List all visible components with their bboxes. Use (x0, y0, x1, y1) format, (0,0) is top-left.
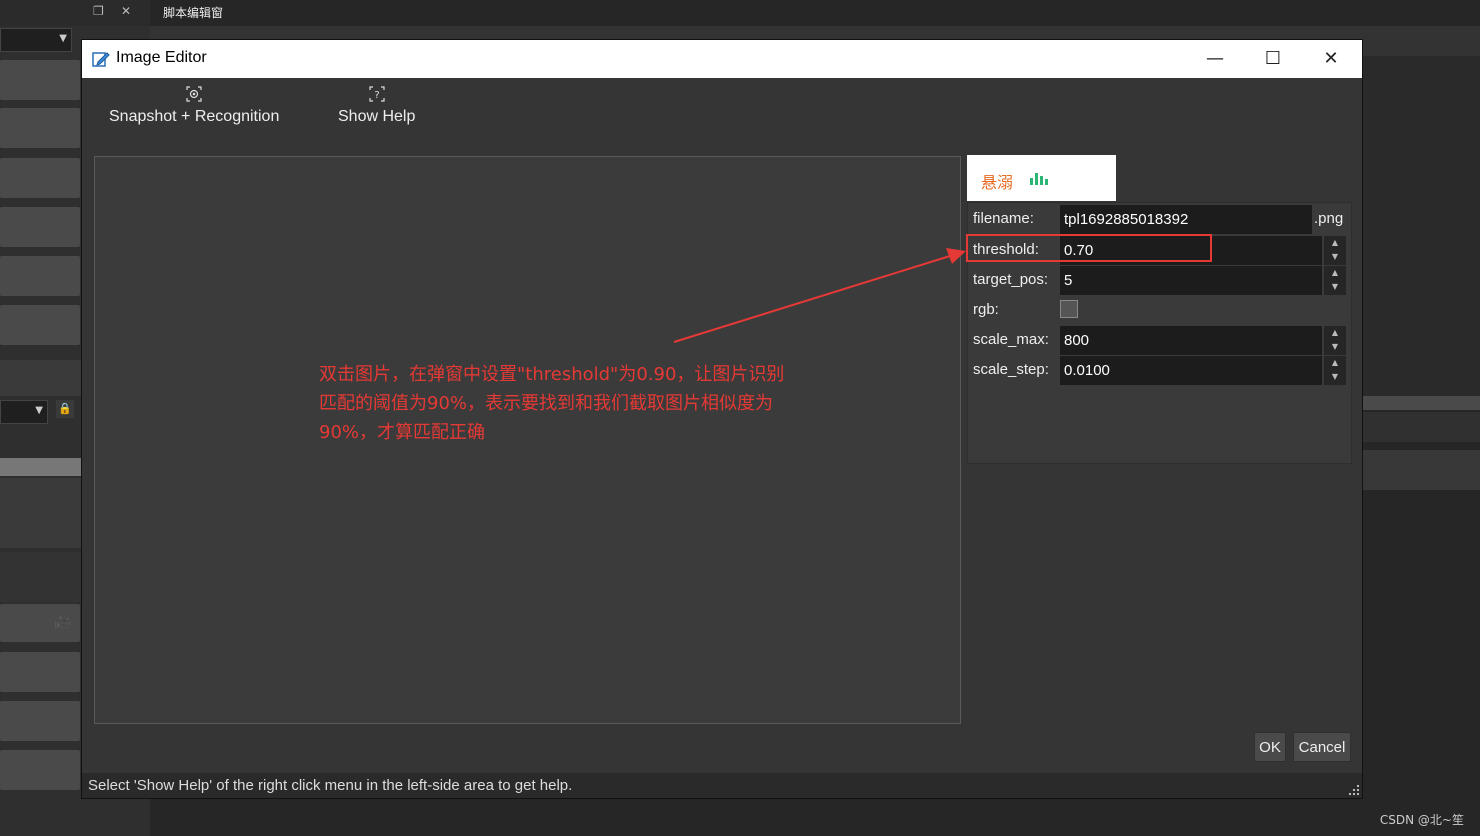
rgb-row: rgb: (968, 295, 1351, 325)
filename-suffix: .png (1314, 210, 1344, 227)
scale-step-label: scale_step: (973, 361, 1049, 378)
scroll-band (0, 458, 82, 476)
dialog-titlebar[interactable]: Image Editor — ☐ ✕ (82, 40, 1362, 78)
scale-max-input[interactable]: 800 (1060, 326, 1322, 355)
panel-row[interactable] (0, 256, 80, 296)
panel-row[interactable] (0, 108, 80, 148)
panel-row[interactable] (0, 701, 80, 741)
section-header (0, 360, 82, 396)
annotation-line: 双击图片，在弹窗中设置"threshold"为0.90，让图片识别 (319, 364, 785, 385)
show-help-button[interactable]: ? Show Help (338, 86, 415, 126)
help-icon: ? (369, 86, 385, 102)
panel-row[interactable] (0, 207, 80, 247)
camera-icon[interactable]: 🎥 (54, 614, 71, 630)
spin-up-icon[interactable]: ▲ (1324, 326, 1346, 340)
spin-up-icon[interactable]: ▲ (1324, 236, 1346, 250)
snapshot-recognition-button[interactable]: Snapshot + Recognition (109, 86, 279, 126)
chevron-down-icon: ▼ (35, 405, 43, 416)
spin-up-icon[interactable]: ▲ (1324, 356, 1346, 370)
image-editor-dialog: Image Editor — ☐ ✕ Snapshot + Recognitio… (82, 40, 1362, 798)
close-button[interactable]: ✕ (1302, 40, 1360, 78)
rgb-label: rgb: (973, 301, 999, 318)
ok-button[interactable]: OK (1254, 732, 1286, 762)
threshold-spinner[interactable]: ▲ ▼ (1324, 236, 1346, 265)
left-panel-header: ❐ ✕ (0, 0, 150, 26)
watermark: CSDN @北~笙 (1379, 813, 1464, 827)
scale-max-label: scale_max: (973, 331, 1049, 348)
panel-row[interactable] (0, 750, 80, 790)
template-preview[interactable]: 悬溺 (967, 155, 1116, 201)
target-pos-spinner[interactable]: ▲ ▼ (1324, 266, 1346, 295)
device-combo[interactable]: ▼ (0, 28, 72, 52)
close-icon[interactable]: ✕ (121, 4, 131, 18)
minimize-button[interactable]: — (1186, 40, 1244, 78)
target-pos-input[interactable]: 5 (1060, 266, 1322, 295)
section-body (0, 478, 82, 548)
panel-row[interactable] (0, 652, 80, 692)
svg-text:?: ? (374, 90, 379, 101)
chevron-down-icon: ▼ (59, 33, 67, 44)
spin-down-icon[interactable]: ▼ (1324, 250, 1346, 264)
resize-grip-icon[interactable] (1348, 784, 1360, 796)
filename-label: filename: (973, 210, 1034, 227)
scale-step-spinner[interactable]: ▲ ▼ (1324, 356, 1346, 385)
spin-down-icon[interactable]: ▼ (1324, 280, 1346, 294)
threshold-highlight-box (966, 234, 1212, 262)
cancel-button[interactable]: Cancel (1293, 732, 1351, 762)
panel-row[interactable] (0, 60, 80, 100)
status-text: Select 'Show Help' of the right click me… (88, 777, 573, 794)
rgb-checkbox[interactable] (1060, 300, 1078, 318)
script-window-title: 脚本编辑窗 (163, 6, 224, 20)
editor-band (1362, 412, 1480, 442)
scale-step-input[interactable]: 0.0100 (1060, 356, 1322, 385)
snapshot-recognition-label: Snapshot + Recognition (109, 108, 280, 125)
status-bar: Select 'Show Help' of the right click me… (82, 773, 1362, 798)
audio-bars-icon (1030, 173, 1048, 185)
section-body (0, 552, 82, 602)
dialog-title: Image Editor (116, 49, 207, 66)
editor-band (1362, 396, 1480, 410)
filename-row: filename: tpl1692885018392 .png (968, 204, 1351, 234)
panel-row[interactable] (0, 305, 80, 345)
editor-side-panel (1362, 56, 1480, 396)
target-pos-label: target_pos: (973, 271, 1049, 288)
editor-band (1362, 450, 1480, 490)
filename-input[interactable]: tpl1692885018392 (1060, 205, 1312, 234)
panel-row[interactable] (0, 158, 80, 198)
annotation-line: 90%，才算匹配正确 (319, 422, 486, 443)
lock-icon[interactable]: 🔒 (56, 400, 74, 418)
scale-max-spinner[interactable]: ▲ ▼ (1324, 326, 1346, 355)
annotation-text: 双击图片，在弹窗中设置"threshold"为0.90，让图片识别 匹配的阈值为… (319, 360, 839, 447)
scale-step-row: scale_step: 0.0100 ▲ ▼ (968, 355, 1351, 385)
maximize-button[interactable]: ☐ (1244, 40, 1302, 78)
preview-text: 悬溺 (981, 173, 1014, 192)
scale-max-row: scale_max: 800 ▲ ▼ (968, 325, 1351, 355)
spin-down-icon[interactable]: ▼ (1324, 370, 1346, 384)
float-icon[interactable]: ❐ (93, 4, 104, 18)
mode-combo[interactable]: ▼ (0, 400, 48, 424)
edit-icon (92, 52, 110, 67)
dialog-toolbar: Snapshot + Recognition ? Show Help (82, 78, 1362, 144)
spin-up-icon[interactable]: ▲ (1324, 266, 1346, 280)
spin-down-icon[interactable]: ▼ (1324, 340, 1346, 354)
target-pos-row: target_pos: 5 ▲ ▼ (968, 265, 1351, 295)
annotation-line: 匹配的阈值为90%，表示要找到和我们截取图片相似度为 (319, 393, 774, 414)
show-help-label: Show Help (338, 108, 416, 125)
snapshot-icon (186, 86, 202, 102)
